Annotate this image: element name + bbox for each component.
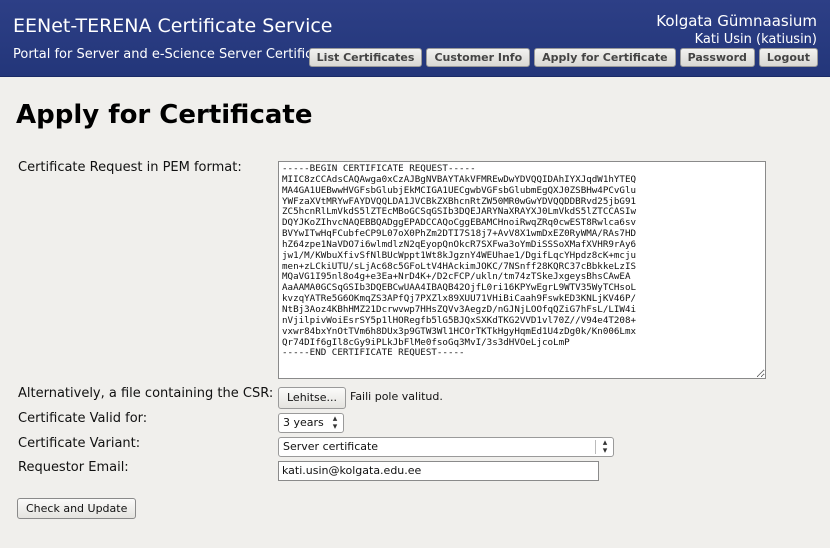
user-name: Kati Usin (katiusin) <box>694 32 817 47</box>
validity-label: Certificate Valid for: <box>18 411 148 426</box>
validity-select[interactable]: 3 years ▴ ▾ <box>278 413 344 433</box>
nav-apply-for-certificate-button[interactable]: Apply for Certificate <box>534 48 676 67</box>
select-divider <box>595 440 596 454</box>
nav-password-button[interactable]: Password <box>679 48 755 67</box>
service-title: EENet-TERENA Certificate Service <box>13 15 333 37</box>
nav-list-certificates-button[interactable]: List Certificates <box>308 48 423 67</box>
page-title: Apply for Certificate <box>16 100 313 130</box>
main-nav: List Certificates Customer Info Apply fo… <box>308 48 818 67</box>
pem-label: Certificate Request in PEM format: <box>18 160 242 175</box>
up-down-chevron-icon: ▴ ▾ <box>602 438 608 456</box>
browse-file-button[interactable]: Lehitse... <box>278 387 347 409</box>
file-status-text: Faili pole valitud. <box>350 390 443 403</box>
variant-select-value: Server certificate <box>283 440 379 453</box>
email-label: Requestor Email: <box>18 460 129 475</box>
pem-textarea[interactable]: -----BEGIN CERTIFICATE REQUEST----- MIIC… <box>278 161 766 379</box>
service-subtitle: Portal for Server and e-Science Server C… <box>13 47 341 62</box>
csr-file-label: Alternatively, a file containing the CSR… <box>18 386 274 401</box>
site-header: EENet-TERENA Certificate Service Portal … <box>0 0 830 77</box>
requestor-email-input[interactable]: kati.usin@kolgata.edu.ee <box>278 461 599 481</box>
nav-customer-info-button[interactable]: Customer Info <box>426 48 531 67</box>
organization-name: Kolgata Gümnaasium <box>656 12 817 30</box>
validity-select-value: 3 years <box>283 416 324 429</box>
variant-label: Certificate Variant: <box>18 436 141 451</box>
up-down-chevron-icon: ▴ ▾ <box>332 414 338 432</box>
variant-select[interactable]: Server certificate ▴ ▾ <box>278 437 614 457</box>
nav-logout-button[interactable]: Logout <box>758 48 818 67</box>
check-and-update-button[interactable]: Check and Update <box>17 498 137 519</box>
